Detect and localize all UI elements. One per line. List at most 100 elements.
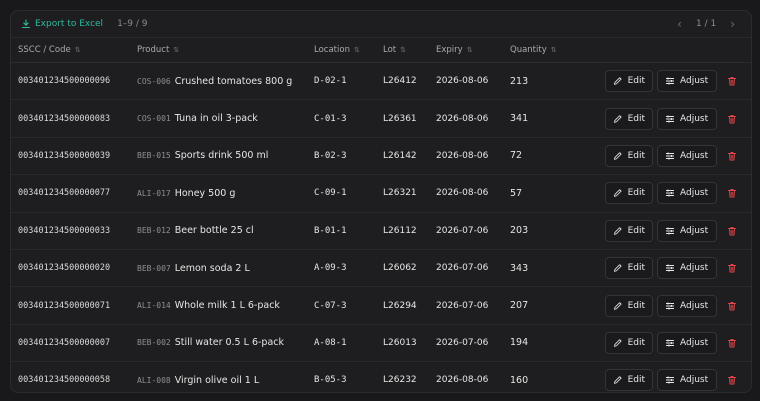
sscc-cell: 003401234500000077 <box>18 188 111 199</box>
expiry-cell: 2026-07-06 <box>436 300 489 311</box>
location-cell: C-09-1 <box>314 188 347 199</box>
pencil-icon <box>614 339 622 347</box>
delete-button[interactable] <box>725 112 739 126</box>
trash-icon <box>728 264 736 273</box>
adjust-button[interactable]: Adjust <box>657 257 717 280</box>
product-name: Virgin olive oil 1 L <box>174 374 260 386</box>
edit-button[interactable]: Edit <box>605 257 653 280</box>
product-name: Sports drink 500 ml <box>174 150 269 162</box>
edit-label: Edit <box>627 76 645 87</box>
product-name: Lemon soda 2 L <box>174 262 250 274</box>
adjust-button[interactable]: Adjust <box>657 369 717 392</box>
edit-button[interactable]: Edit <box>605 144 653 167</box>
quantity-cell: 160 <box>510 374 529 386</box>
row-actions: Edit Adjust <box>605 369 751 392</box>
product-name: Tuna in oil 3-pack <box>174 113 258 125</box>
column-label: Location <box>314 45 350 55</box>
row-actions: Edit Adjust <box>605 257 751 280</box>
column-header-sscc[interactable]: SSCC / Code ⇅ <box>11 45 137 55</box>
lot-cell: L26361 <box>383 113 417 124</box>
table-toolbar: Export to Excel 1–9 / 9 ‹ 1 / 1 › <box>11 11 751 38</box>
column-header-product[interactable]: Product ⇅ <box>137 45 314 55</box>
sliders-icon <box>666 189 674 197</box>
delete-button[interactable] <box>725 336 739 350</box>
adjust-button[interactable]: Adjust <box>657 294 717 317</box>
trash-icon <box>728 301 736 310</box>
expiry-cell: 2026-07-06 <box>436 225 489 236</box>
export-excel-button[interactable]: Export to Excel <box>21 19 103 29</box>
pagination: ‹ 1 / 1 › <box>677 17 741 31</box>
product-cell: COS-006 Crushed tomatoes 800 g <box>137 76 314 87</box>
edit-label: Edit <box>627 150 645 161</box>
table-row: 003401234500000020 BEB-007 Lemon soda 2 … <box>11 250 751 288</box>
edit-button[interactable]: Edit <box>605 182 653 205</box>
delete-button[interactable] <box>725 224 739 238</box>
product-cell: BEB-015 Sports drink 500 ml <box>137 150 314 161</box>
edit-button[interactable]: Edit <box>605 331 653 354</box>
product-code: COS-001 <box>137 114 171 124</box>
table-row: 003401234500000039 BEB-015 Sports drink … <box>11 138 751 176</box>
delete-button[interactable] <box>725 186 739 200</box>
sscc-cell: 003401234500000020 <box>18 263 111 274</box>
edit-label: Edit <box>627 300 645 311</box>
sliders-icon <box>666 152 674 160</box>
row-actions: Edit Adjust <box>605 70 751 93</box>
delete-button[interactable] <box>725 299 739 313</box>
chevron-left-icon[interactable]: ‹ <box>677 17 682 31</box>
adjust-label: Adjust <box>680 188 709 199</box>
sort-icon: ⇅ <box>400 46 406 54</box>
adjust-button[interactable]: Adjust <box>657 144 717 167</box>
location-cell: D-02-1 <box>314 76 347 87</box>
column-label: Product <box>137 45 170 55</box>
lot-cell: L26294 <box>383 300 417 311</box>
edit-button[interactable]: Edit <box>605 294 653 317</box>
column-header-quantity[interactable]: Quantity ⇅ <box>510 45 600 55</box>
product-cell: ALI-014 Whole milk 1 L 6-pack <box>137 300 314 311</box>
adjust-button[interactable]: Adjust <box>657 331 717 354</box>
adjust-button[interactable]: Adjust <box>657 107 717 130</box>
quantity-cell: 194 <box>510 337 529 349</box>
adjust-button[interactable]: Adjust <box>657 182 717 205</box>
row-actions: Edit Adjust <box>605 144 751 167</box>
delete-button[interactable] <box>725 149 739 163</box>
product-code: ALI-008 <box>137 375 171 385</box>
row-actions: Edit Adjust <box>605 107 751 130</box>
sort-icon: ⇅ <box>173 46 180 54</box>
delete-button[interactable] <box>725 373 739 387</box>
edit-button[interactable]: Edit <box>605 219 653 242</box>
edit-button[interactable]: Edit <box>605 107 653 130</box>
delete-button[interactable] <box>725 261 739 275</box>
edit-label: Edit <box>627 263 645 274</box>
page-indicator: 1 / 1 <box>695 19 717 29</box>
quantity-cell: 341 <box>510 113 529 125</box>
sscc-cell: 003401234500000039 <box>18 150 111 161</box>
product-name: Beer bottle 25 cl <box>174 225 254 237</box>
product-code: BEB-002 <box>137 338 171 348</box>
table-row: 003401234500000083 COS-001 Tuna in oil 3… <box>11 100 751 138</box>
table-row: 003401234500000058 ALI-008 Virgin olive … <box>11 362 751 392</box>
pencil-icon <box>614 301 622 310</box>
column-header-lot[interactable]: Lot ⇅ <box>383 45 436 55</box>
sort-icon: ⇅ <box>466 46 473 54</box>
adjust-button[interactable]: Adjust <box>657 219 717 242</box>
sscc-cell: 003401234500000071 <box>18 300 111 311</box>
record-count: 1–9 / 9 <box>117 19 148 29</box>
adjust-button[interactable]: Adjust <box>657 70 717 93</box>
trash-icon <box>728 189 736 198</box>
table-row: 003401234500000033 BEB-012 Beer bottle 2… <box>11 213 751 250</box>
column-label: Expiry <box>436 45 463 55</box>
sliders-icon <box>666 302 674 310</box>
delete-button[interactable] <box>725 74 739 88</box>
edit-button[interactable]: Edit <box>605 369 653 392</box>
column-header-expiry[interactable]: Expiry ⇅ <box>436 45 510 55</box>
row-actions: Edit Adjust <box>605 294 751 317</box>
pencil-icon <box>614 152 622 160</box>
edit-label: Edit <box>627 375 645 386</box>
trash-icon <box>728 152 736 161</box>
chevron-right-icon[interactable]: › <box>730 17 735 31</box>
column-header-location[interactable]: Location ⇅ <box>314 45 383 55</box>
adjust-label: Adjust <box>680 337 709 348</box>
edit-button[interactable]: Edit <box>605 70 653 93</box>
sscc-cell: 003401234500000096 <box>18 76 111 87</box>
product-code: BEB-015 <box>137 151 171 161</box>
